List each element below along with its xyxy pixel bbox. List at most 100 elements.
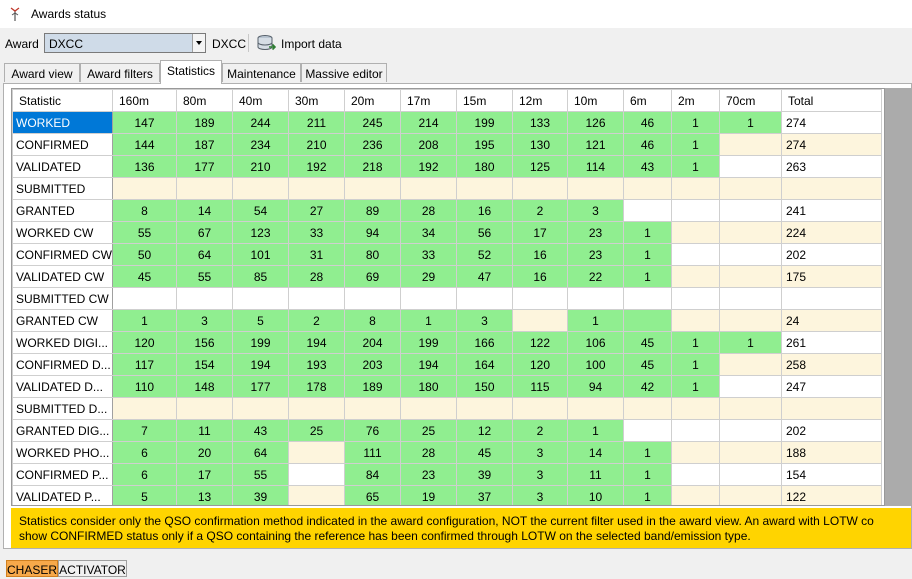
table-cell[interactable] <box>671 287 720 310</box>
table-row[interactable]: GRANTED CW 1 3 5 2 8 1 3 1 24 <box>12 309 882 332</box>
column-header[interactable]: 15m <box>456 89 513 112</box>
table-cell[interactable]: 100 <box>567 353 624 376</box>
table-cell[interactable]: 64 <box>176 243 233 266</box>
row-label[interactable]: CONFIRMED <box>12 133 113 156</box>
row-label[interactable]: WORKED DIGI... <box>12 331 113 354</box>
table-cell[interactable]: 1 <box>623 441 672 464</box>
table-cell[interactable] <box>567 177 624 200</box>
table-cell[interactable]: 1 <box>623 221 672 244</box>
table-cell[interactable]: 121 <box>567 133 624 156</box>
table-cell[interactable]: 1 <box>623 463 672 486</box>
tab-statistics[interactable]: Statistics <box>160 60 222 84</box>
table-cell[interactable]: 22 <box>567 265 624 288</box>
table-cell[interactable]: 147 <box>112 111 177 134</box>
table-cell[interactable]: 6 <box>112 441 177 464</box>
table-cell[interactable] <box>176 287 233 310</box>
table-row[interactable]: SUBMITTED CW <box>12 287 882 310</box>
table-cell[interactable]: 180 <box>400 375 457 398</box>
table-row[interactable]: VALIDATED CW 45 55 85 28 69 29 47 16 22 1 175 <box>12 265 882 288</box>
total-cell[interactable]: 202 <box>781 243 882 266</box>
table-cell[interactable]: 14 <box>176 199 233 222</box>
table-row[interactable]: GRANTED 8 14 54 27 89 28 16 2 3 241 <box>12 199 882 222</box>
table-cell[interactable]: 16 <box>456 199 513 222</box>
table-cell[interactable] <box>567 287 624 310</box>
table-cell[interactable]: 1 <box>623 265 672 288</box>
table-cell[interactable]: 218 <box>344 155 401 178</box>
table-cell[interactable] <box>112 287 177 310</box>
table-cell[interactable]: 110 <box>112 375 177 398</box>
table-cell[interactable] <box>671 221 720 244</box>
table-row[interactable]: CONFIRMED P... 6 17 55 84 23 39 3 11 1 154 <box>12 463 882 486</box>
table-cell[interactable]: 111 <box>344 441 401 464</box>
table-cell[interactable]: 47 <box>456 265 513 288</box>
table-cell[interactable] <box>719 133 782 156</box>
row-label[interactable]: VALIDATED <box>12 155 113 178</box>
column-header[interactable]: 12m <box>512 89 568 112</box>
table-cell[interactable]: 203 <box>344 353 401 376</box>
column-header[interactable]: 70cm <box>719 89 782 112</box>
total-cell[interactable]: 122 <box>781 485 882 505</box>
table-cell[interactable]: 1 <box>400 309 457 332</box>
table-cell[interactable]: 150 <box>456 375 513 398</box>
table-cell[interactable]: 194 <box>400 353 457 376</box>
row-label[interactable]: CONFIRMED D... <box>12 353 113 376</box>
table-row[interactable]: CONFIRMED D... 117 154 194 193 203 194 164 120 10… <box>12 353 882 376</box>
total-cell[interactable]: 241 <box>781 199 882 222</box>
table-cell[interactable]: 33 <box>288 221 345 244</box>
table-cell[interactable] <box>719 265 782 288</box>
column-header[interactable]: 10m <box>567 89 624 112</box>
table-cell[interactable]: 42 <box>623 375 672 398</box>
table-cell[interactable]: 3 <box>512 485 568 505</box>
row-label[interactable]: VALIDATED CW <box>12 265 113 288</box>
table-cell[interactable]: 8 <box>344 309 401 332</box>
table-cell[interactable] <box>512 177 568 200</box>
table-row[interactable]: CONFIRMED 144 187 234 210 236 208 195 130 121 46 1 2… <box>12 133 882 156</box>
table-cell[interactable]: 244 <box>232 111 289 134</box>
table-cell[interactable]: 148 <box>176 375 233 398</box>
table-cell[interactable]: 29 <box>400 265 457 288</box>
total-cell[interactable]: 258 <box>781 353 882 376</box>
table-row[interactable]: VALIDATED D... 110 148 177 178 189 180 150 115 94… <box>12 375 882 398</box>
table-cell[interactable]: 45 <box>623 331 672 354</box>
table-cell[interactable] <box>176 397 233 420</box>
table-cell[interactable] <box>671 265 720 288</box>
table-cell[interactable] <box>719 221 782 244</box>
table-cell[interactable]: 20 <box>176 441 233 464</box>
table-cell[interactable]: 6 <box>112 463 177 486</box>
total-cell[interactable] <box>781 287 882 310</box>
table-row[interactable]: WORKED CW 55 67 123 33 94 34 56 17 23 1 224 <box>12 221 882 244</box>
row-label[interactable]: WORKED <box>12 111 113 134</box>
table-cell[interactable] <box>400 397 457 420</box>
total-cell[interactable]: 154 <box>781 463 882 486</box>
table-cell[interactable]: 28 <box>400 199 457 222</box>
table-cell[interactable] <box>112 177 177 200</box>
table-cell[interactable]: 1 <box>671 331 720 354</box>
table-cell[interactable]: 117 <box>112 353 177 376</box>
table-cell[interactable]: 210 <box>288 133 345 156</box>
table-cell[interactable] <box>288 485 345 505</box>
table-cell[interactable] <box>623 309 672 332</box>
table-cell[interactable]: 187 <box>176 133 233 156</box>
table-cell[interactable] <box>719 353 782 376</box>
table-cell[interactable]: 199 <box>400 331 457 354</box>
table-row[interactable]: SUBMITTED <box>12 177 882 200</box>
table-cell[interactable]: 210 <box>232 155 289 178</box>
table-cell[interactable]: 43 <box>232 419 289 442</box>
table-cell[interactable]: 31 <box>288 243 345 266</box>
table-cell[interactable] <box>719 155 782 178</box>
table-cell[interactable] <box>344 397 401 420</box>
table-cell[interactable]: 55 <box>112 221 177 244</box>
table-cell[interactable] <box>512 309 568 332</box>
table-cell[interactable]: 16 <box>512 243 568 266</box>
table-cell[interactable]: 1 <box>671 375 720 398</box>
table-row[interactable]: CONFIRMED CW 50 64 101 31 80 33 52 16 23 1 202 <box>12 243 882 266</box>
table-cell[interactable] <box>671 309 720 332</box>
table-cell[interactable]: 180 <box>456 155 513 178</box>
table-cell[interactable]: 27 <box>288 199 345 222</box>
table-cell[interactable] <box>112 397 177 420</box>
table-cell[interactable] <box>400 287 457 310</box>
table-cell[interactable]: 34 <box>400 221 457 244</box>
table-cell[interactable] <box>719 419 782 442</box>
table-cell[interactable]: 1 <box>671 111 720 134</box>
table-cell[interactable]: 52 <box>456 243 513 266</box>
